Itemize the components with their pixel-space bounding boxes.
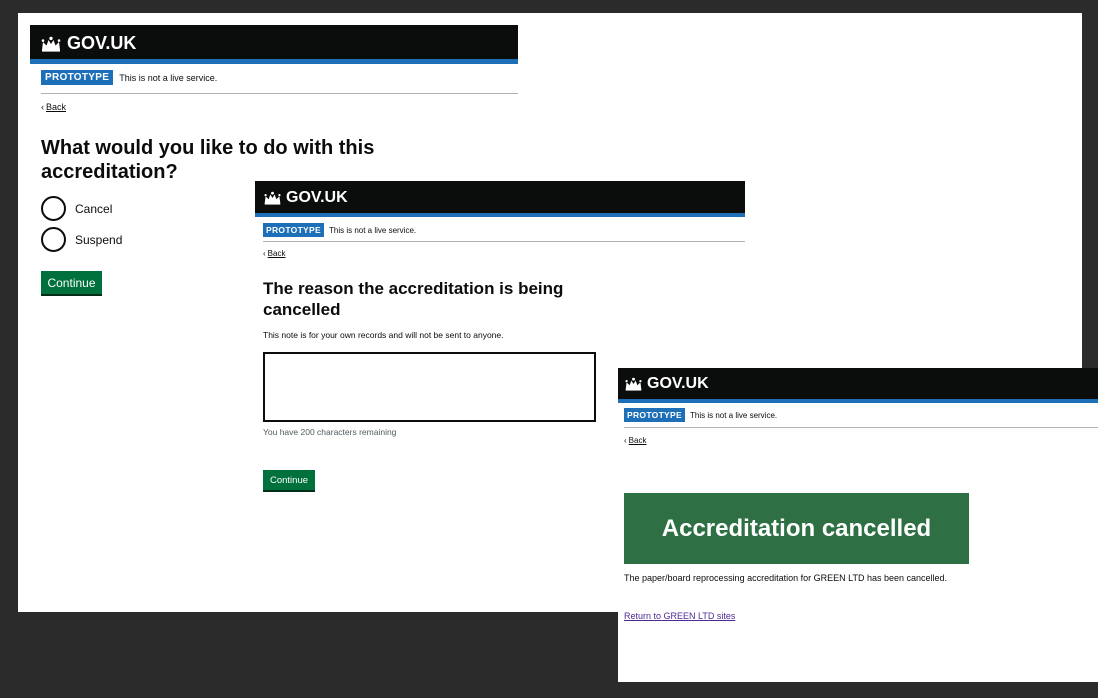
brand-text: GOV.UK bbox=[647, 375, 709, 392]
header-blue-rule bbox=[30, 59, 518, 64]
back-link[interactable]: ‹ Back bbox=[624, 436, 646, 445]
brand-text: GOV.UK bbox=[67, 33, 137, 53]
continue-button[interactable]: Continue bbox=[41, 271, 102, 294]
header-blue-rule bbox=[255, 213, 745, 217]
govuk-logo[interactable]: GOV.UK bbox=[624, 375, 709, 393]
prototype-tag: PROTOTYPE bbox=[41, 70, 114, 85]
govuk-header: GOV.UK bbox=[30, 25, 518, 64]
radio-label: Cancel bbox=[75, 201, 113, 216]
chevron-left-icon: ‹ bbox=[263, 249, 266, 258]
header-blue-rule bbox=[618, 399, 1098, 403]
back-label: Back bbox=[267, 249, 286, 258]
crown-icon bbox=[624, 377, 643, 391]
govuk-header: GOV.UK bbox=[618, 368, 1098, 403]
page-title: What would you like to do with this accr… bbox=[41, 137, 375, 183]
confirmation-panel: Accreditation cancelled bbox=[624, 493, 969, 564]
confirmation-body: The paper/board reprocessing accreditati… bbox=[624, 573, 948, 583]
banner-text: This is not a live service. bbox=[119, 72, 218, 83]
prototype-tag: PROTOTYPE bbox=[263, 223, 324, 237]
govuk-header: GOV.UK bbox=[255, 181, 745, 217]
back-label: Back bbox=[46, 102, 67, 112]
banner-divider bbox=[263, 241, 745, 242]
continue-button[interactable]: Continue bbox=[263, 470, 315, 490]
crown-icon bbox=[263, 191, 282, 205]
reason-textarea[interactable] bbox=[263, 352, 596, 422]
chevron-left-icon: ‹ bbox=[41, 102, 44, 112]
screen-confirmation: GOV.UK PROTOTYPE This is not a live serv… bbox=[618, 368, 1098, 682]
prototype-tag: PROTOTYPE bbox=[624, 408, 685, 422]
chevron-left-icon: ‹ bbox=[624, 436, 627, 445]
radio-circle[interactable] bbox=[41, 196, 66, 221]
radio-suspend[interactable]: Suspend bbox=[41, 227, 122, 252]
radio-cancel[interactable]: Cancel bbox=[41, 196, 112, 221]
phase-banner: PROTOTYPE This is not a live service. bbox=[624, 408, 777, 422]
hint-text: This note is for your own records and wi… bbox=[263, 330, 504, 340]
phase-banner: PROTOTYPE This is not a live service. bbox=[41, 70, 217, 85]
back-label: Back bbox=[628, 436, 647, 445]
radio-circle[interactable] bbox=[41, 227, 66, 252]
character-count: You have 200 characters remaining bbox=[263, 427, 397, 437]
back-link[interactable]: ‹ Back bbox=[263, 249, 285, 258]
banner-text: This is not a live service. bbox=[328, 225, 417, 235]
govuk-logo[interactable]: GOV.UK bbox=[263, 189, 348, 207]
banner-text: This is not a live service. bbox=[689, 410, 778, 420]
phase-banner: PROTOTYPE This is not a live service. bbox=[263, 223, 416, 237]
confirmation-title: Accreditation cancelled bbox=[661, 514, 932, 542]
radio-label: Suspend bbox=[75, 232, 123, 247]
crown-icon bbox=[40, 36, 62, 52]
govuk-logo[interactable]: GOV.UK bbox=[40, 33, 136, 54]
banner-divider bbox=[41, 93, 518, 94]
brand-text: GOV.UK bbox=[286, 189, 348, 206]
return-link[interactable]: Return to GREEN LTD sites bbox=[624, 611, 735, 621]
banner-divider bbox=[624, 427, 1098, 428]
page-title: The reason the accreditation is being ca… bbox=[263, 279, 564, 319]
back-link[interactable]: ‹ Back bbox=[41, 102, 66, 112]
